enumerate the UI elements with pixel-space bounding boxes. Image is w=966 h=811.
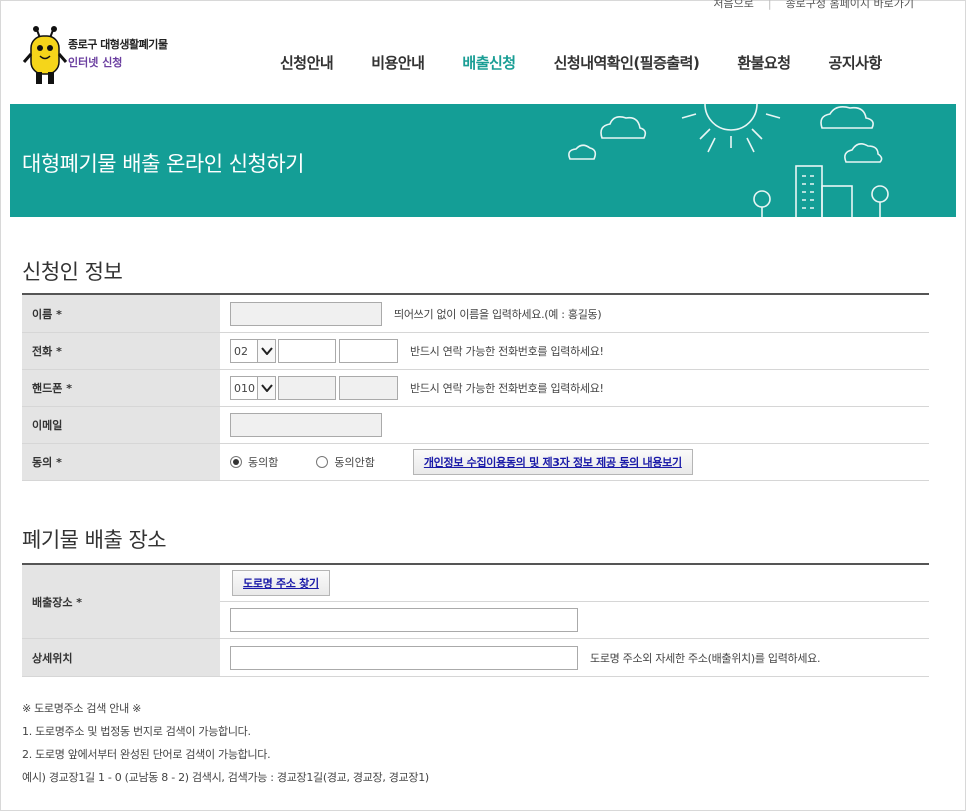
form-row-place: 배출장소 * 도로명 주소 찾기 (22, 565, 929, 639)
phone-last-input[interactable] (339, 339, 398, 363)
note-item: 2. 도로명 앞에서부터 완성된 단어로 검색이 가능합니다. (22, 748, 271, 761)
name-input[interactable] (230, 301, 382, 326)
home-link[interactable]: 처음으로 (713, 0, 753, 9)
applicant-form: 이름 * 띄어쓰기 없이 이름을 입력하세요.(예 : 홍길동) 전화 * 02… (22, 293, 929, 481)
place-label: 배출장소 * (22, 565, 220, 638)
detail-hint: 도로명 주소외 자세한 주소(배출위치)를 입력하세요. (590, 651, 821, 665)
phone-label: 전화 * (22, 333, 220, 369)
detail-label: 상세위치 (22, 639, 220, 676)
form-row-mobile: 핸드폰 * 010 반드시 연락 가능한 전화번호를 입력하세요! (22, 370, 929, 407)
view-consent-button[interactable]: 개인정보 수집이용동의 및 제3자 정보 제공 동의 내용보기 (412, 449, 693, 475)
consent-agree-label: 동의함 (248, 456, 279, 469)
nav-item-refund[interactable]: 환불요청 (737, 52, 791, 74)
email-input[interactable] (230, 413, 382, 437)
page-banner: 대형폐기물 배출 온라인 신청하기 (10, 104, 956, 217)
mobile-hint: 반드시 연락 가능한 전화번호를 입력하세요! (410, 382, 604, 395)
radio-unchecked-icon (316, 456, 329, 468)
phone-area-select[interactable]: 02 (230, 339, 276, 363)
utility-links: 처음으로 | 종로구청 홈페이지 바로가기 (713, 0, 914, 10)
detail-address-input[interactable] (230, 645, 578, 670)
phone-area-value: 02 (234, 344, 248, 358)
mobile-last-input[interactable] (339, 376, 398, 400)
banner-title: 대형폐기물 배출 온라인 신청하기 (22, 152, 305, 176)
email-label: 이메일 (22, 407, 220, 443)
note-item: 예시) 경교장1길 1 - 0 (교남동 8 - 2) 검색시, 검색가능 : … (22, 771, 429, 784)
consent-label: 동의 * (22, 444, 220, 480)
office-site-link[interactable]: 종로구청 홈페이지 바로가기 (786, 0, 914, 9)
logo-title: 종로구 대형생활폐기물 (68, 38, 168, 51)
chevron-down-icon (257, 377, 275, 399)
applicant-section-title: 신청인 정보 (22, 260, 123, 284)
city-illustration-icon (568, 104, 889, 217)
nav-item-cost-guide[interactable]: 비용안내 (371, 52, 425, 74)
mobile-middle-input[interactable] (278, 376, 336, 400)
consent-disagree-label: 동의안함 (334, 456, 375, 469)
mobile-prefix-value: 010 (234, 381, 255, 395)
site-logo[interactable]: 종로구 대형생활폐기물 인터넷 신청 (20, 24, 190, 86)
form-row-name: 이름 * 띄어쓰기 없이 이름을 입력하세요.(예 : 홍길동) (22, 295, 929, 333)
phone-hint: 반드시 연락 가능한 전화번호를 입력하세요! (410, 345, 604, 358)
note-item: 1. 도로명주소 및 법정동 번지로 검색이 가능합니다. (22, 725, 251, 738)
phone-middle-input[interactable] (278, 339, 336, 363)
main-nav: 신청안내 비용안내 배출신청 신청내역확인(필증출력) 환불요청 공지사항 (280, 52, 882, 74)
location-form: 배출장소 * 도로명 주소 찾기 상세위치 도로명 주소외 자세한 주소(배출위… (22, 563, 929, 677)
mobile-label: 핸드폰 * (22, 370, 220, 406)
nav-item-notices[interactable]: 공지사항 (829, 52, 883, 74)
logo-subtitle: 인터넷 신청 (68, 56, 123, 69)
consent-agree-radio[interactable]: 동의함 (230, 454, 278, 470)
form-row-phone: 전화 * 02 반드시 연락 가능한 전화번호를 입력하세요! (22, 333, 929, 370)
name-hint: 띄어쓰기 없이 이름을 입력하세요.(예 : 홍길동) (394, 307, 602, 321)
mobile-prefix-select[interactable]: 010 (230, 376, 276, 400)
radio-checked-icon (230, 456, 242, 468)
form-row-detail: 상세위치 도로명 주소외 자세한 주소(배출위치)를 입력하세요. (22, 639, 929, 677)
form-row-consent: 동의 * 동의함 동의안함 개인정보 수집이용동의 및 제3자 정보 제공 동의… (22, 444, 929, 481)
chevron-down-icon (257, 340, 275, 362)
address-search-notes: ※ 도로명주소 검색 안내 ※ 1. 도로명주소 및 법정동 번지로 검색이 가… (22, 697, 429, 789)
consent-disagree-radio[interactable]: 동의안함 (316, 454, 375, 470)
note-heading: ※ 도로명주소 검색 안내 ※ (22, 702, 141, 715)
nav-item-history[interactable]: 신청내역확인(필증출력) (554, 52, 700, 74)
nav-item-apply-guide[interactable]: 신청안내 (280, 52, 334, 74)
name-label: 이름 * (22, 295, 220, 332)
address-input[interactable] (230, 608, 578, 632)
form-row-email: 이메일 (22, 407, 929, 444)
mascot-icon (22, 26, 68, 84)
road-address-search-button[interactable]: 도로명 주소 찾기 (232, 570, 330, 596)
location-section-title: 폐기물 배출 장소 (22, 528, 167, 552)
nav-item-disposal-apply[interactable]: 배출신청 (462, 52, 516, 74)
